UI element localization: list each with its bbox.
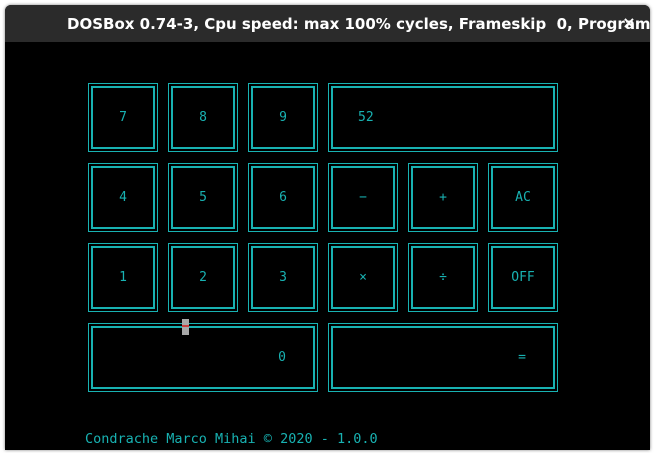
key-4-button[interactable]: 4: [88, 163, 158, 232]
mouse-cursor: [182, 319, 189, 335]
key-8-button[interactable]: 8: [168, 83, 238, 152]
minus-button[interactable]: −: [328, 163, 398, 232]
key-7-button[interactable]: 7: [88, 83, 158, 152]
key-0-button[interactable]: 0: [88, 323, 318, 392]
key-2-button[interactable]: 2: [168, 243, 238, 312]
key-5-button[interactable]: 5: [168, 163, 238, 232]
calculator-display: 52: [328, 83, 558, 152]
off-button[interactable]: OFF: [488, 243, 558, 312]
copyright-footer: Condrache Marco Mihai © 2020 - 1.0.0: [85, 431, 378, 447]
key-9-button[interactable]: 9: [248, 83, 318, 152]
equals-button[interactable]: =: [328, 323, 558, 392]
close-icon[interactable]: ×: [620, 14, 638, 32]
multiply-button[interactable]: ×: [328, 243, 398, 312]
key-1-button[interactable]: 1: [88, 243, 158, 312]
key-6-button[interactable]: 6: [248, 163, 318, 232]
dosbox-window: DOSBox 0.74-3, Cpu speed: max 100% cycle…: [5, 5, 650, 450]
plus-button[interactable]: +: [408, 163, 478, 232]
key-3-button[interactable]: 3: [248, 243, 318, 312]
divide-button[interactable]: ÷: [408, 243, 478, 312]
title-bar[interactable]: DOSBox 0.74-3, Cpu speed: max 100% cycle…: [5, 5, 650, 42]
all-clear-button[interactable]: AC: [488, 163, 558, 232]
dos-screen: 7 8 9 52 4 5 6 − + AC 1 2 3 × ÷ OFF 0 = …: [5, 42, 650, 450]
window-title: DOSBox 0.74-3, Cpu speed: max 100% cycle…: [67, 15, 650, 33]
